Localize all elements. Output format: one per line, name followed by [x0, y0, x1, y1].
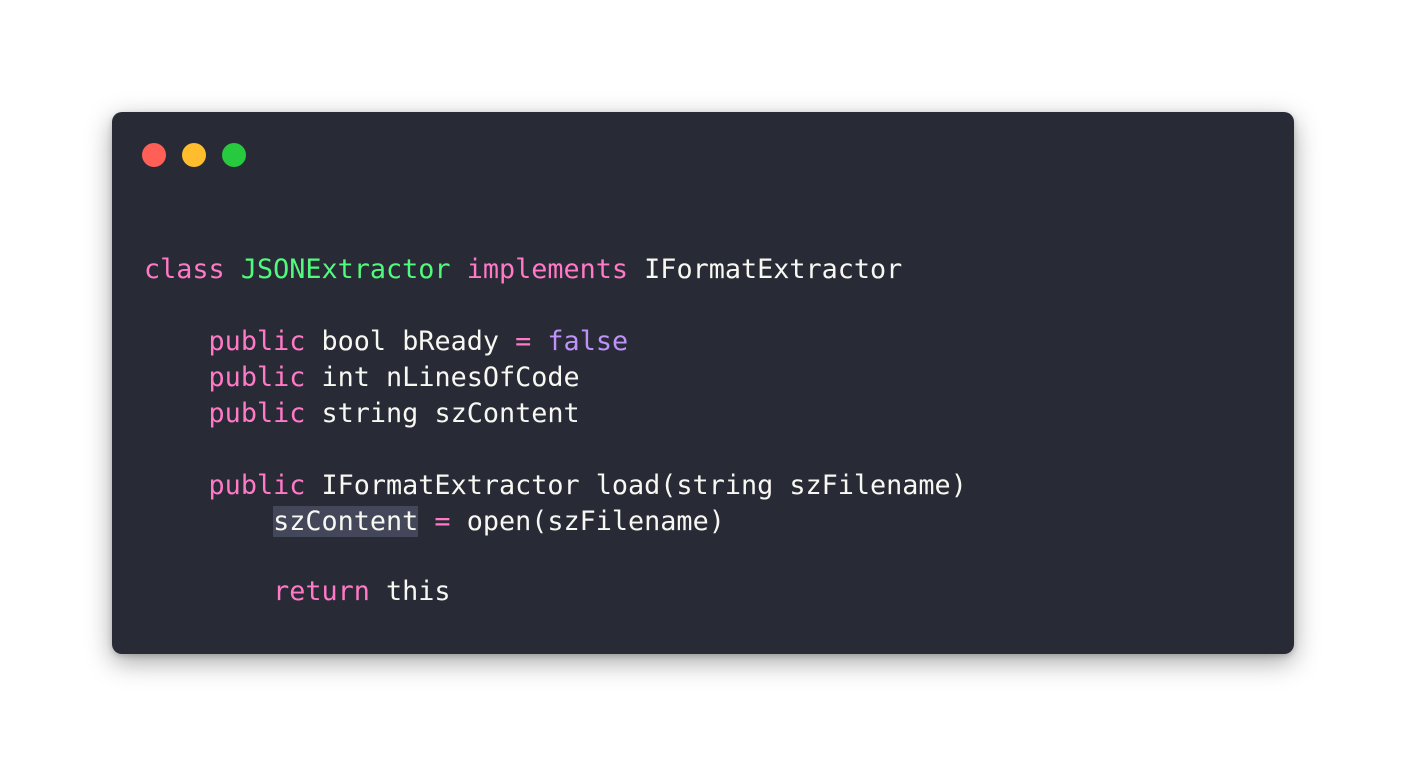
assign-operator: =: [434, 506, 451, 537]
keyword-implements: implements: [466, 254, 629, 285]
literal-value: false: [547, 326, 629, 357]
field-name: bReady: [402, 326, 499, 357]
code-line-class-declaration: class JSONExtractor implements IFormatEx…: [144, 252, 967, 288]
assign-operator: =: [515, 326, 532, 357]
code-line-return: return this: [144, 574, 967, 610]
field-name: szContent: [434, 398, 580, 429]
keyword-public: public: [208, 398, 306, 429]
return-value: this: [386, 576, 451, 607]
class-name: JSONExtractor: [240, 254, 451, 285]
field-name: nLinesOfCode: [386, 362, 580, 393]
code-line-nlinesofcode: public int nLinesOfCode: [144, 360, 967, 396]
code-window: class JSONExtractor implements IFormatEx…: [112, 112, 1294, 654]
keyword-public: public: [208, 326, 306, 357]
maximize-button[interactable]: [222, 143, 246, 167]
type-name: bool: [321, 326, 387, 357]
code-line-szcontent: public string szContent: [144, 396, 967, 432]
minimize-button[interactable]: [182, 143, 206, 167]
code-line-load-method: public IFormatExtractor load(string szFi…: [144, 468, 967, 504]
selected-variable[interactable]: szContent: [273, 506, 419, 537]
method-signature: IFormatExtractor load(string szFilename): [321, 470, 967, 501]
keyword-return: return: [273, 576, 370, 607]
interface-name: IFormatExtractor: [644, 254, 903, 285]
keyword-class: class: [144, 254, 225, 285]
code-block: class JSONExtractor implements IFormatEx…: [144, 252, 967, 610]
keyword-public: public: [208, 470, 306, 501]
close-button[interactable]: [142, 143, 166, 167]
type-name: int: [321, 362, 370, 393]
call-expression: open(szFilename): [466, 506, 725, 537]
window-controls: [142, 143, 246, 167]
keyword-public: public: [208, 362, 306, 393]
code-line-open-call: szContent = open(szFilename): [144, 504, 967, 540]
code-line-bready: public bool bReady = false: [144, 324, 967, 360]
type-name: string: [321, 398, 419, 429]
